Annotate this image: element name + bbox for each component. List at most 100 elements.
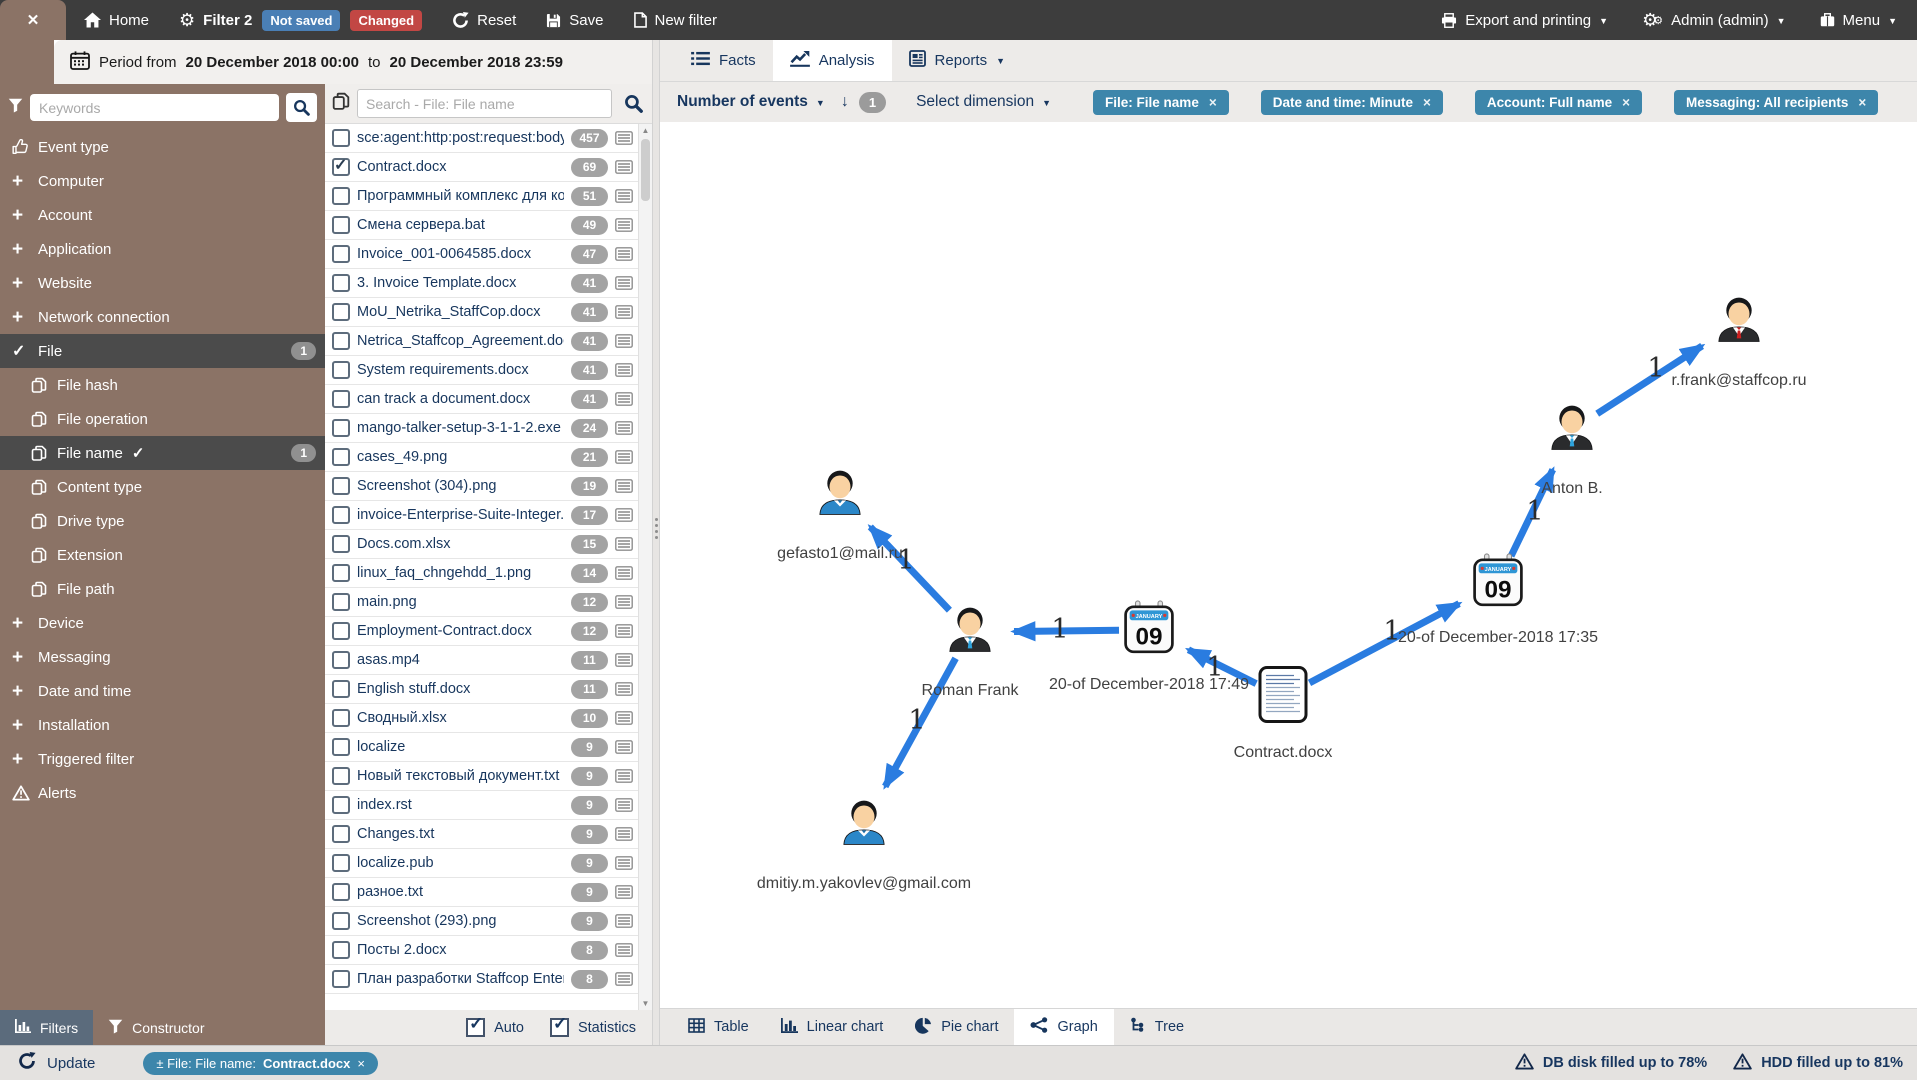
checkbox[interactable] (332, 361, 350, 379)
checkbox[interactable] (332, 738, 350, 756)
sidebar-item-date-and-time[interactable]: +Date and time (0, 674, 325, 708)
details-list-icon[interactable] (615, 218, 635, 232)
file-list-item[interactable]: Screenshot (304).png19 (325, 472, 639, 501)
file-list-item[interactable]: localize9 (325, 733, 639, 762)
sidebar-item-website[interactable]: +Website (0, 266, 325, 300)
statistics-checkbox[interactable]: Statistics (550, 1018, 636, 1037)
file-list-item[interactable]: linux_faq_chngehdd_1.png14 (325, 559, 639, 588)
tab-constructor[interactable]: Constructor (93, 1010, 219, 1045)
checkbox[interactable] (332, 129, 350, 147)
tab-facts[interactable]: Facts (674, 40, 773, 81)
checkbox[interactable] (332, 477, 350, 495)
details-list-icon[interactable] (615, 537, 635, 551)
measure-dropdown[interactable]: Number of events ▼ (677, 93, 825, 111)
details-list-icon[interactable] (615, 160, 635, 174)
file-list-item[interactable]: mango-talker-setup-3-1-1-2.exe24 (325, 414, 639, 443)
file-list-item[interactable]: Docs.com.xlsx15 (325, 530, 639, 559)
checkbox[interactable] (332, 970, 350, 988)
filter-settings-button[interactable]: ⚙ Filter 2 Not saved Changed (179, 10, 422, 31)
details-list-icon[interactable] (615, 334, 635, 348)
analysis-graph[interactable]: 1111111 gefasto1@mail.ru Roman Frank dmi… (660, 122, 1917, 1008)
sidebar-item-file-path[interactable]: File path (0, 572, 325, 606)
details-list-icon[interactable] (615, 769, 635, 783)
close-icon[interactable]: × (1858, 95, 1866, 110)
details-list-icon[interactable] (615, 508, 635, 522)
file-list-item[interactable]: Посты 2.docx8 (325, 936, 639, 965)
close-icon[interactable]: × (1622, 95, 1630, 110)
checkbox[interactable] (332, 767, 350, 785)
panel-splitter[interactable] (652, 40, 660, 1045)
scrollbar-thumb[interactable] (641, 139, 650, 201)
file-list-item[interactable]: Employment-Contract.docx12 (325, 617, 639, 646)
details-list-icon[interactable] (615, 363, 635, 377)
graph-node-document[interactable] (1257, 665, 1309, 730)
details-list-icon[interactable] (615, 305, 635, 319)
file-search-input[interactable] (357, 89, 612, 118)
graph-node-calendar[interactable]: JANUARY 09 (1471, 553, 1525, 614)
details-list-icon[interactable] (615, 276, 635, 290)
details-list-icon[interactable] (615, 914, 635, 928)
dimension-chip-file[interactable]: File: File name× (1093, 90, 1229, 115)
sidebar-item-extension[interactable]: Extension (0, 538, 325, 572)
checkbox[interactable] (332, 274, 350, 292)
details-list-icon[interactable] (615, 827, 635, 841)
details-list-icon[interactable] (615, 798, 635, 812)
file-list-item[interactable]: main.png12 (325, 588, 639, 617)
sidebar-item-computer[interactable]: +Computer (0, 164, 325, 198)
scroll-up-icon[interactable]: ▲ (639, 126, 652, 135)
checkbox[interactable] (332, 622, 350, 640)
details-list-icon[interactable] (615, 682, 635, 696)
details-list-icon[interactable] (615, 740, 635, 754)
checkbox[interactable] (332, 506, 350, 524)
checkbox[interactable] (332, 187, 350, 205)
details-list-icon[interactable] (615, 943, 635, 957)
file-list-item[interactable]: invoice-Enterprise-Suite-Integer.pdf17 (325, 501, 639, 530)
file-list-item[interactable]: sce:agent:http:post:request:body457 (325, 124, 639, 153)
sidebar-item-triggered-filter[interactable]: +Triggered filter (0, 742, 325, 776)
details-list-icon[interactable] (615, 885, 635, 899)
details-list-icon[interactable] (615, 856, 635, 870)
details-list-icon[interactable] (615, 595, 635, 609)
details-list-icon[interactable] (615, 450, 635, 464)
details-list-icon[interactable] (615, 566, 635, 580)
tab-linear-chart[interactable]: Linear chart (765, 1009, 900, 1045)
sidebar-item-file-operation[interactable]: File operation (0, 402, 325, 436)
keywords-search-button[interactable] (286, 93, 317, 122)
select-dimension-dropdown[interactable]: Select dimension ▼ (916, 93, 1051, 111)
checkbox[interactable] (332, 332, 350, 350)
admin-menu[interactable]: ⚙⚙ Admin (admin) ▼ (1642, 11, 1785, 29)
sidebar-item-file-name[interactable]: File name✓1 (0, 436, 325, 470)
file-list-item[interactable]: Changes.txt9 (325, 820, 639, 849)
details-list-icon[interactable] (615, 421, 635, 435)
checkbox[interactable] (332, 419, 350, 437)
details-list-icon[interactable] (615, 711, 635, 725)
main-menu[interactable]: Menu ▼ (1820, 12, 1897, 29)
sidebar-item-messaging[interactable]: +Messaging (0, 640, 325, 674)
details-list-icon[interactable] (615, 624, 635, 638)
update-button[interactable]: Update (18, 1052, 95, 1074)
home-button[interactable]: Home (84, 12, 149, 29)
checkbox[interactable] (332, 535, 350, 553)
checkbox[interactable] (332, 564, 350, 582)
checkbox[interactable] (332, 390, 350, 408)
graph-node-person-suit-blue[interactable] (1544, 400, 1600, 461)
sidebar-item-application[interactable]: +Application (0, 232, 325, 266)
tab-filters[interactable]: Filters (0, 1010, 93, 1045)
file-list-item[interactable]: разное.txt9 (325, 878, 639, 907)
file-list-item[interactable]: Программный комплекс для кон...51 (325, 182, 639, 211)
sidebar-item-drive-type[interactable]: Drive type (0, 504, 325, 538)
tab-tree[interactable]: Tree (1114, 1009, 1200, 1045)
checkbox[interactable] (332, 651, 350, 669)
sidebar-item-file-hash[interactable]: File hash (0, 368, 325, 402)
file-list-item[interactable]: Netrica_Staffcop_Agreement.doc41 (325, 327, 639, 356)
new-filter-button[interactable]: New filter (634, 12, 718, 29)
checkbox[interactable] (332, 796, 350, 814)
details-list-icon[interactable] (615, 247, 635, 261)
checkbox[interactable] (332, 448, 350, 466)
keywords-input[interactable] (30, 94, 279, 121)
export-printing-menu[interactable]: Export and printing ▼ (1441, 12, 1608, 29)
sidebar-item-alerts[interactable]: Alerts (0, 776, 325, 810)
graph-node-calendar[interactable]: JANUARY 09 (1122, 600, 1176, 661)
dimension-chip-date-and-time[interactable]: Date and time: Minute× (1261, 90, 1443, 115)
active-filter-chip[interactable]: ± File: File name: Contract.docx × (143, 1052, 378, 1075)
